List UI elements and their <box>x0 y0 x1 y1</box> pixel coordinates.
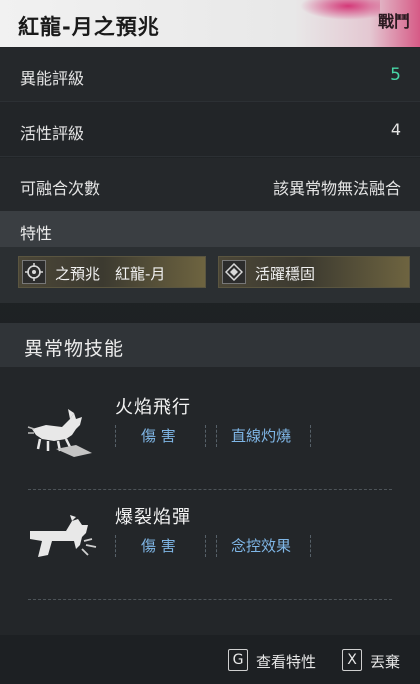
goat-gun-icon <box>26 515 102 575</box>
traits-header: 特性 <box>0 211 420 247</box>
skills-header-label: 異常物技能 <box>24 338 125 360</box>
tag-divider <box>216 535 217 557</box>
skill-tag: 念控效果 <box>231 537 292 555</box>
traits-list: 之預兆 紅龍-月 活躍穩固 <box>0 247 420 303</box>
item-title: 紅龍-月之預兆 <box>18 15 160 39</box>
key-hint-label: 查看特性 <box>256 653 317 671</box>
crosshair-icon <box>22 260 46 284</box>
header-splash-decoration <box>300 0 380 20</box>
traits-header-label: 特性 <box>20 224 53 243</box>
tag-divider <box>310 425 311 447</box>
trait-chip-omen[interactable]: 之預兆 紅龍-月 <box>18 256 206 288</box>
stat-label: 異能評級 <box>20 69 85 88</box>
trait-chip-active-stable[interactable]: 活躍穩固 <box>218 256 410 288</box>
key-g-icon: G <box>228 649 248 671</box>
stat-row-fusion-count: 可融合次數 該異常物無法融合 <box>0 158 420 212</box>
tag-divider <box>205 535 206 557</box>
item-detail-panel: 紅龍-月之預兆 戰鬥 異能評級 5 活性評級 4 可融合次數 該異常物無法融合 … <box>0 0 420 684</box>
tag-divider <box>205 425 206 447</box>
skill-separator <box>28 599 392 600</box>
skill-tag: 傷 害 <box>141 427 176 445</box>
goat-creature-icon <box>26 405 102 465</box>
skill-tag: 傷 害 <box>141 537 176 555</box>
stat-label: 活性評級 <box>20 124 85 143</box>
stat-value: 該異常物無法融合 <box>272 179 401 198</box>
tag-divider <box>115 425 116 447</box>
skill-item-flame-flight[interactable]: 火焰飛行 傷 害 直線灼燒 <box>0 385 420 495</box>
skill-name: 爆裂焰彈 <box>115 507 191 528</box>
stat-row-ability-rating: 異能評級 5 <box>0 48 420 102</box>
tag-divider <box>310 535 311 557</box>
trait-label: 活躍穩固 <box>255 265 316 283</box>
stat-value: 5 <box>390 65 401 85</box>
skill-name: 火焰飛行 <box>115 397 191 418</box>
stat-label: 可融合次數 <box>20 179 101 198</box>
skills-list: 火焰飛行 傷 害 直線灼燒 爆裂焰彈 傷 害 念控效果 <box>0 367 420 635</box>
skills-header: 異常物技能 <box>0 323 420 367</box>
footer-hints: G 查看特性 X 丟棄 <box>0 635 420 684</box>
diamond-icon <box>222 260 246 284</box>
skill-item-burst-flame-bullet[interactable]: 爆裂焰彈 傷 害 念控效果 <box>0 495 420 605</box>
stat-value: 4 <box>390 120 401 139</box>
tag-divider <box>115 535 116 557</box>
trait-label: 之預兆 紅龍-月 <box>55 265 166 283</box>
panel-header: 紅龍-月之預兆 戰鬥 <box>0 0 420 47</box>
category-badge: 戰鬥 <box>377 12 410 31</box>
discard-button[interactable]: X 丟棄 <box>342 649 412 673</box>
key-hint-label: 丟棄 <box>370 653 401 671</box>
tag-divider <box>216 425 217 447</box>
key-x-icon: X <box>342 649 362 671</box>
view-traits-button[interactable]: G 查看特性 <box>228 649 328 673</box>
skill-tag: 直線灼燒 <box>231 427 292 445</box>
skill-separator <box>28 489 392 490</box>
stat-row-activity-rating: 活性評級 4 <box>0 103 420 157</box>
